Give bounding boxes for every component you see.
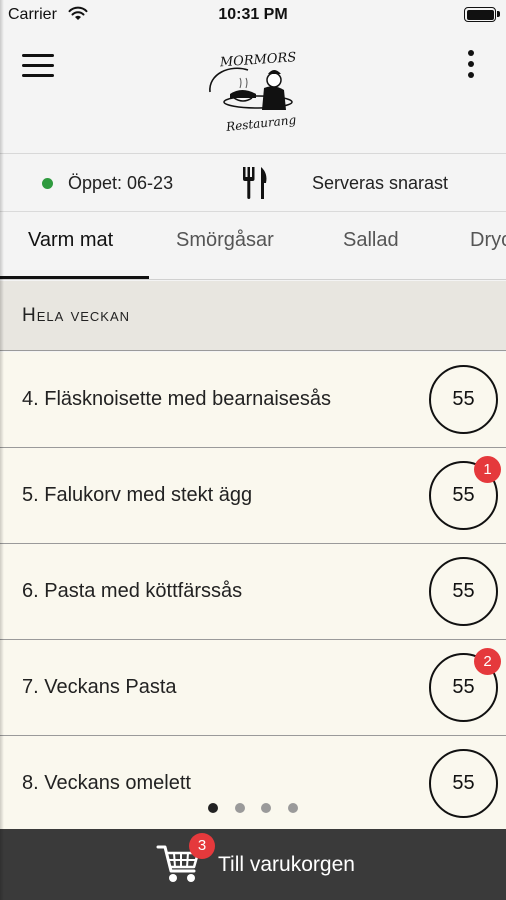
cart-label: Till varukorgen <box>218 853 355 876</box>
tab-smorgasar[interactable]: Smörgåsar <box>176 212 274 279</box>
price-button[interactable]: 55 <box>429 557 498 626</box>
app-header: MORMORS Restaurang <box>0 30 506 154</box>
cart-count-badge: 3 <box>189 833 215 859</box>
tab-varm-mat[interactable]: Varm mat <box>28 212 113 279</box>
status-bar: Carrier 10:31 PM <box>0 0 506 30</box>
menu-item-name: 5. Falukorv med stekt ägg <box>22 484 253 506</box>
tab-sallad[interactable]: Sallad <box>343 212 399 279</box>
menu-item-name: 7. Veckans Pasta <box>22 676 177 698</box>
page-dot[interactable] <box>261 803 272 813</box>
battery-nub <box>497 11 500 17</box>
cart-button[interactable]: 3 Till varukorgen <box>0 829 506 900</box>
svg-text:Restaurang: Restaurang <box>224 113 297 134</box>
active-tab-indicator <box>0 276 149 279</box>
restaurant-logo: MORMORS Restaurang <box>209 50 297 134</box>
price-button[interactable]: 55 <box>429 365 498 434</box>
page-indicator <box>0 800 506 814</box>
menu-item[interactable]: 6. Pasta med köttfärssås 55 <box>0 544 506 640</box>
menu-item-name: 6. Pasta med köttfärssås <box>22 580 243 602</box>
menu-list: 4. Fläsknoisette med bearnaisesås 55 5. … <box>0 352 506 830</box>
menu-item-name: 4. Fläsknoisette med bearnaisesås <box>22 388 332 410</box>
menu-item[interactable]: 7. Veckans Pasta 55 2 <box>0 640 506 736</box>
category-tabs: Varm mat Smörgåsar Sallad Dryck <box>0 212 506 280</box>
info-bar: Öppet: 06-23 Serveras snarast <box>0 155 506 212</box>
quantity-badge: 2 <box>474 648 501 675</box>
menu-item[interactable]: 5. Falukorv med stekt ägg 55 1 <box>0 448 506 544</box>
battery-icon <box>464 7 496 22</box>
more-options-icon[interactable] <box>468 50 476 82</box>
section-header: Hela veckan <box>0 281 506 351</box>
page-dot[interactable] <box>234 803 245 813</box>
svg-text:MORMORS: MORMORS <box>218 50 296 70</box>
cutlery-icon <box>243 167 267 199</box>
serving-time: Serveras snarast <box>312 173 449 193</box>
menu-item[interactable]: 4. Fläsknoisette med bearnaisesås 55 <box>0 352 506 448</box>
opening-hours: Öppet: 06-23 <box>68 173 174 193</box>
tab-dryck[interactable]: Dryck <box>470 212 506 279</box>
section-title: Hela veckan <box>22 305 131 326</box>
open-status-dot <box>42 178 53 189</box>
clock: 10:31 PM <box>218 6 288 23</box>
menu-item-name: 8. Veckans omelett <box>22 772 191 794</box>
quantity-badge: 1 <box>474 456 501 483</box>
page-dot-active[interactable] <box>208 803 219 813</box>
page-dot[interactable] <box>287 803 298 813</box>
hamburger-menu-icon[interactable] <box>22 54 56 78</box>
drawer-edge-shadow <box>0 0 4 900</box>
